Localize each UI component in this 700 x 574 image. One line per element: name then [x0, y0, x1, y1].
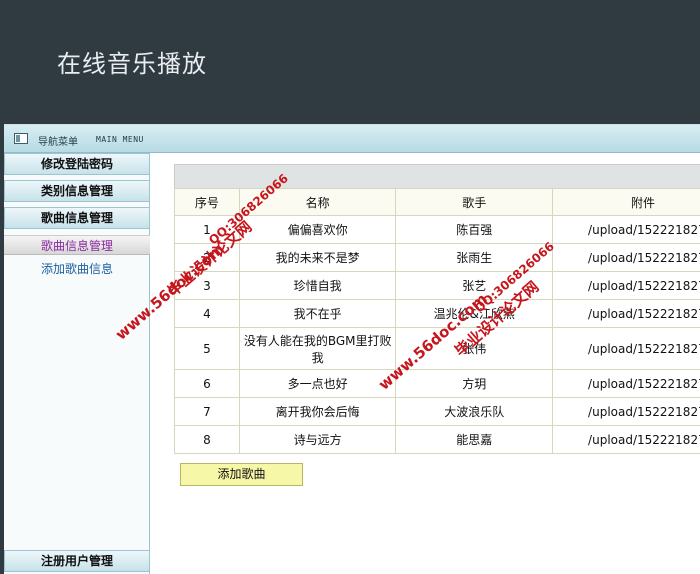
table-row[interactable]: 4 我不在乎 温兆伦&江欣燕 /upload/1522218270: [174, 299, 700, 328]
menu-bar: 导航菜单 MAIN MENU: [4, 125, 700, 153]
cell-name: 珍惜自我: [238, 271, 397, 300]
column-header-attachment: 附件: [552, 188, 700, 216]
cell-name: 我不在乎: [238, 299, 397, 328]
menu-label-en: MAIN MENU: [96, 135, 144, 144]
cell-index: 4: [174, 299, 240, 328]
add-song-button[interactable]: 添加歌曲: [180, 463, 303, 486]
cell-attachment: /upload/1522218270: [552, 397, 700, 426]
menu-window-icon: [14, 133, 28, 144]
cell-attachment: /upload/1522218270: [552, 299, 700, 328]
table-row[interactable]: 8 诗与远方 能思嘉 /upload/1522218270: [174, 425, 700, 454]
cell-name: 多一点也好: [238, 369, 397, 398]
cell-attachment: /upload/1522218270: [552, 369, 700, 398]
cell-attachment: /upload/1522218270: [552, 215, 700, 244]
cell-name: 我的未来不是梦: [238, 243, 397, 272]
cell-singer: 大波浪乐队: [395, 397, 554, 426]
sidebar-subitem-add-song[interactable]: 添加歌曲信息: [4, 259, 150, 279]
cell-singer: 方玥: [395, 369, 554, 398]
sidebar-subitem-song-management[interactable]: 歌曲信息管理: [4, 235, 150, 255]
cell-index: 6: [174, 369, 240, 398]
table-row[interactable]: 2 我的未来不是梦 张雨生 /upload/1522218270: [174, 243, 700, 272]
column-header-singer: 歌手: [395, 188, 554, 216]
table-row[interactable]: 3 珍惜自我 张艺 /upload/1522218270: [174, 271, 700, 300]
column-header-index: 序号: [174, 188, 240, 216]
cell-singer: 陈百强: [395, 215, 554, 244]
cell-index: 8: [174, 425, 240, 454]
cell-name: 诗与远方: [238, 425, 397, 454]
cell-attachment: /upload/1522218270: [552, 243, 700, 272]
sidebar-item-category-management[interactable]: 类别信息管理: [4, 180, 150, 202]
cell-name: 没有人能在我的BGM里打败我: [238, 327, 397, 370]
cell-attachment: /upload/1522218270: [552, 425, 700, 454]
sidebar: 修改登陆密码 类别信息管理 歌曲信息管理 歌曲信息管理 添加歌曲信息 注册用户管…: [4, 153, 150, 574]
cell-name: 偏偏喜欢你: [238, 215, 397, 244]
cell-singer: 能思嘉: [395, 425, 554, 454]
main-frame: 导航菜单 MAIN MENU 修改登陆密码 类别信息管理 歌曲信息管理 歌曲信息…: [4, 124, 700, 574]
sidebar-item-song-management[interactable]: 歌曲信息管理: [4, 207, 150, 229]
table-row[interactable]: 6 多一点也好 方玥 /upload/1522218270: [174, 369, 700, 398]
sidebar-item-change-password[interactable]: 修改登陆密码: [4, 153, 150, 175]
page-header: 在线音乐播放: [0, 0, 700, 124]
cell-attachment: /upload/1522218270: [552, 327, 700, 370]
sidebar-item-user-management[interactable]: 注册用户管理: [4, 550, 150, 572]
table-title-bar: [174, 164, 700, 188]
cell-index: 5: [174, 327, 240, 370]
cell-attachment: /upload/1522218270: [552, 271, 700, 300]
cell-name: 离开我你会后悔: [238, 397, 397, 426]
menu-label: 导航菜单: [38, 137, 78, 148]
page-title: 在线音乐播放: [57, 50, 207, 78]
table-row[interactable]: 7 离开我你会后悔 大波浪乐队 /upload/1522218270: [174, 397, 700, 426]
cell-index: 7: [174, 397, 240, 426]
